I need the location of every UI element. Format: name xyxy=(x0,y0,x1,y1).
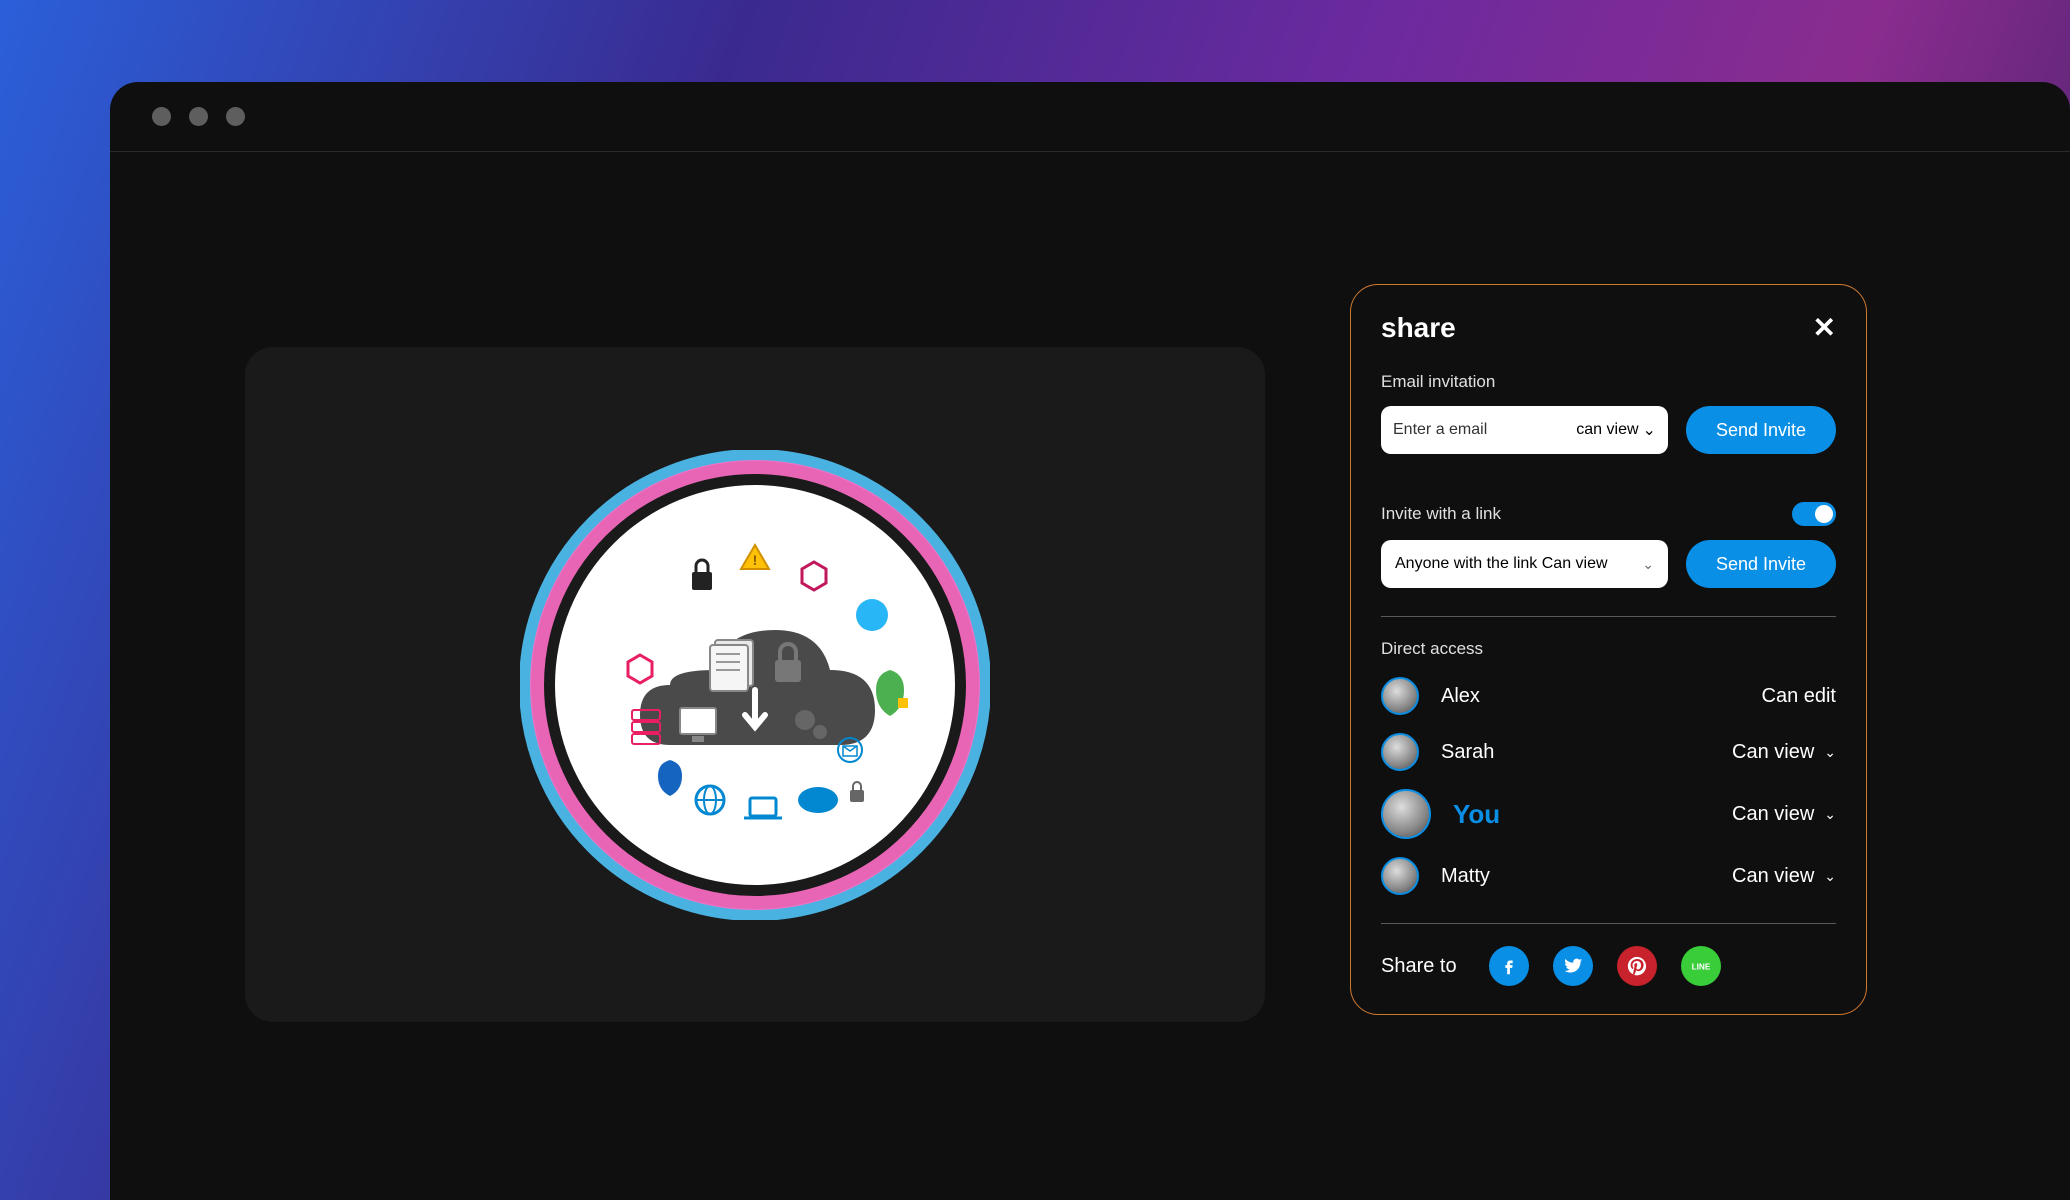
twitter-icon[interactable] xyxy=(1553,946,1593,986)
divider xyxy=(1381,923,1836,924)
user-name: You xyxy=(1453,799,1500,830)
email-invitation-label: Email invitation xyxy=(1381,372,1836,392)
chevron-down-icon: ⌄ xyxy=(1824,868,1836,885)
traffic-light-maximize[interactable] xyxy=(226,107,245,126)
user-row: You Can view⌄ xyxy=(1381,789,1836,839)
chevron-down-icon: ⌄ xyxy=(1642,556,1654,573)
toggle-thumb xyxy=(1815,505,1833,523)
link-permission-select[interactable]: Anyone with the link Can view ⌄ xyxy=(1381,540,1668,588)
titlebar xyxy=(110,82,2070,152)
user-row: Matty Can view⌄ xyxy=(1381,857,1836,895)
chevron-down-icon: ⌄ xyxy=(1824,806,1836,823)
chevron-down-icon: ⌄ xyxy=(1643,420,1656,440)
user-permission[interactable]: Can view⌄ xyxy=(1732,741,1836,764)
user-name: Alex xyxy=(1441,685,1480,708)
preview-card: ! xyxy=(245,347,1265,1022)
app-window: ! xyxy=(110,82,2070,1200)
user-permission[interactable]: Can view⌄ xyxy=(1732,803,1836,826)
avatar xyxy=(1381,733,1419,771)
send-invite-link-button[interactable]: Send Invite xyxy=(1686,540,1836,588)
avatar xyxy=(1381,789,1431,839)
user-name: Sarah xyxy=(1441,741,1494,764)
traffic-light-close[interactable] xyxy=(152,107,171,126)
user-name: Matty xyxy=(1441,865,1490,888)
avatar xyxy=(1381,677,1419,715)
link-toggle[interactable] xyxy=(1792,502,1836,526)
close-icon[interactable]: ✕ xyxy=(1813,311,1836,344)
avatar xyxy=(1381,857,1419,895)
svg-text:!: ! xyxy=(753,552,758,568)
line-icon[interactable]: LINE xyxy=(1681,946,1721,986)
email-placeholder: Enter a email xyxy=(1393,421,1487,439)
chevron-down-icon: ⌄ xyxy=(1824,744,1836,761)
content-area: ! xyxy=(110,152,2070,1200)
user-row: Sarah Can view⌄ xyxy=(1381,733,1836,771)
send-invite-email-button[interactable]: Send Invite xyxy=(1686,406,1836,454)
email-input[interactable]: Enter a email can view ⌄ xyxy=(1381,406,1668,454)
share-to-label: Share to xyxy=(1381,955,1457,978)
direct-access-label: Direct access xyxy=(1381,639,1836,659)
divider xyxy=(1381,616,1836,617)
share-title: share xyxy=(1381,312,1456,344)
svg-text:LINE: LINE xyxy=(1691,963,1710,972)
user-permission: Can edit xyxy=(1762,685,1837,708)
pinterest-icon[interactable] xyxy=(1617,946,1657,986)
share-panel: share ✕ Email invitation Enter a email c… xyxy=(1350,284,1867,1015)
user-permission[interactable]: Can view⌄ xyxy=(1732,865,1836,888)
traffic-light-minimize[interactable] xyxy=(189,107,208,126)
user-row: Alex Can edit xyxy=(1381,677,1836,715)
email-permission-dropdown[interactable]: can view ⌄ xyxy=(1576,420,1656,440)
cloud-security-illustration: ! xyxy=(520,450,990,920)
facebook-icon[interactable] xyxy=(1489,946,1529,986)
invite-link-label: Invite with a link xyxy=(1381,504,1501,524)
